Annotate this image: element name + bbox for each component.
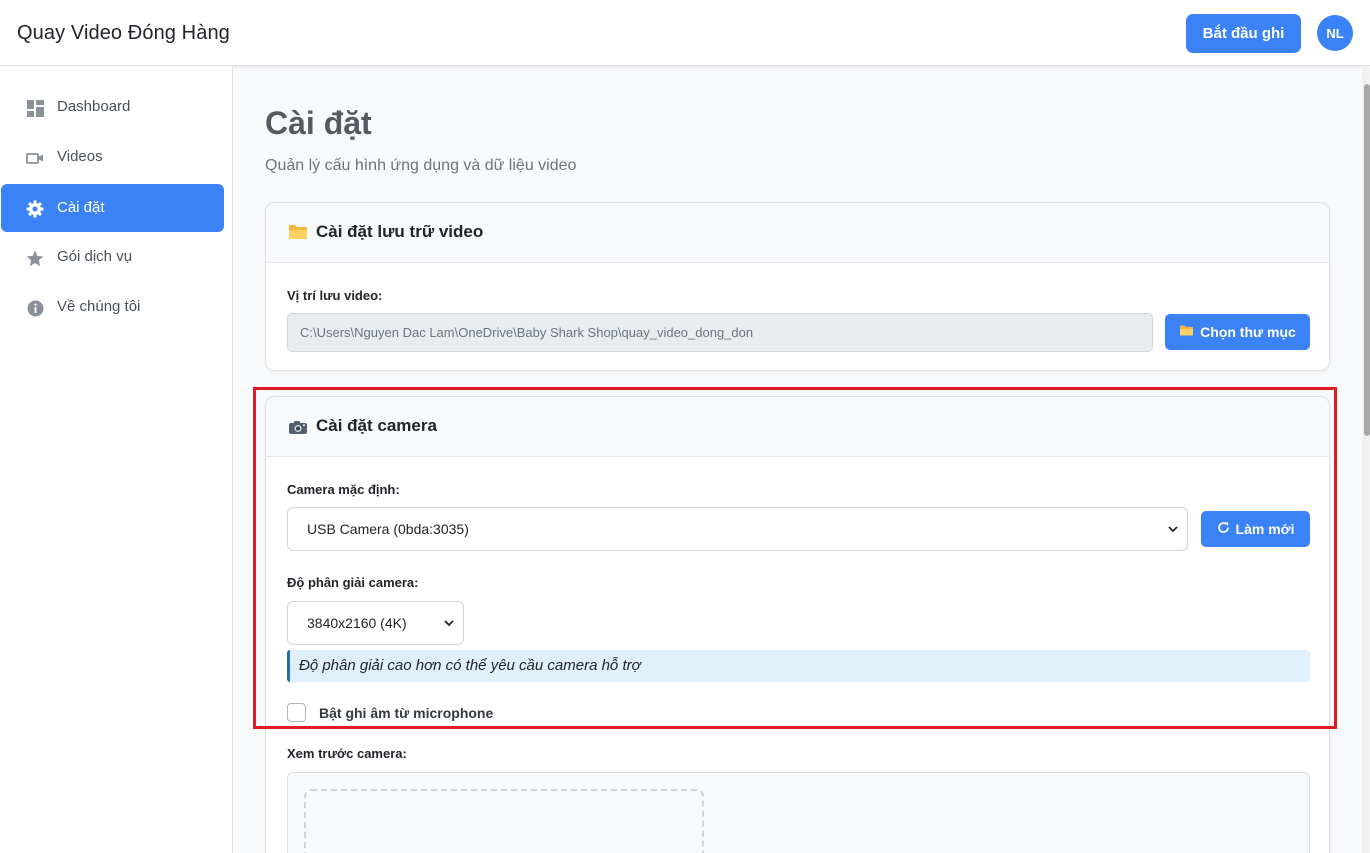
camera-select-value: USB Camera (0bda:3035): [307, 521, 469, 537]
microphone-checkbox-label[interactable]: Bật ghi âm từ microphone: [319, 705, 493, 721]
avatar[interactable]: NL: [1317, 15, 1353, 51]
camera-settings-card: Cài đặt camera Camera mặc định: USB Came…: [265, 396, 1330, 853]
start-recording-button[interactable]: Bắt đầu ghi: [1186, 14, 1301, 53]
sidebar-item-label: Videos: [57, 148, 103, 165]
page-title: Cài đặt: [265, 105, 372, 141]
refresh-label: Làm mới: [1235, 521, 1295, 537]
card-header: Cài đặt camera: [266, 397, 1329, 457]
chevron-down-icon: [443, 616, 455, 628]
resolution-note: Độ phân giải cao hơn có thể yêu cầu came…: [287, 650, 1310, 682]
storage-settings-card: Cài đặt lưu trữ video Vị trí lưu video: …: [265, 202, 1330, 371]
camera-select[interactable]: USB Camera (0bda:3035): [287, 507, 1188, 551]
folder-icon: [1179, 324, 1194, 340]
scrollbar-thumb[interactable]: [1364, 84, 1370, 436]
sidebar-item-label: Gói dịch vụ: [57, 248, 133, 265]
path-label: Vị trí lưu video:: [287, 288, 383, 303]
gear-icon: [26, 200, 44, 218]
sidebar-item-about[interactable]: Về chúng tôi: [1, 283, 224, 331]
resolution-label: Độ phân giải camera:: [287, 575, 419, 590]
video-camera-icon: [26, 149, 44, 167]
camera-icon: [288, 419, 308, 439]
resolution-select[interactable]: 3840x2160 (4K): [287, 601, 464, 645]
sidebar-item-settings[interactable]: Cài đặt: [1, 184, 224, 232]
sidebar: Dashboard Videos Cài đặt Gói dịch vụ Về …: [0, 66, 233, 853]
choose-folder-button[interactable]: Chọn thư mục: [1165, 314, 1310, 350]
app-title: Quay Video Đóng Hàng: [17, 22, 230, 44]
sidebar-item-label: Dashboard: [57, 98, 131, 115]
preview-label: Xem trước camera:: [287, 746, 407, 761]
card-title: Cài đặt camera: [316, 416, 437, 435]
storage-path-input[interactable]: C:\Users\Nguyen Dac Lam\OneDrive\Baby Sh…: [287, 313, 1153, 352]
refresh-icon: [1217, 521, 1230, 537]
sidebar-item-videos[interactable]: Videos: [1, 133, 224, 181]
star-icon: [26, 249, 44, 267]
sidebar-item-label: Cài đặt: [57, 199, 105, 216]
sidebar-item-services[interactable]: Gói dịch vụ: [1, 233, 224, 281]
dashboard-icon: [26, 99, 44, 117]
chevron-down-icon: [1167, 522, 1179, 534]
camera-preview-placeholder: [304, 789, 704, 853]
page-subtitle: Quản lý cấu hình ứng dụng và dữ liệu vid…: [265, 157, 577, 174]
refresh-camera-button[interactable]: Làm mới: [1201, 511, 1310, 547]
card-header: Cài đặt lưu trữ video: [266, 203, 1329, 263]
folder-icon: [288, 223, 308, 243]
microphone-checkbox[interactable]: [287, 703, 306, 722]
info-icon: [26, 299, 44, 317]
card-title: Cài đặt lưu trữ video: [316, 222, 484, 241]
sidebar-item-dashboard[interactable]: Dashboard: [1, 83, 224, 131]
camera-label: Camera mặc định:: [287, 482, 400, 497]
sidebar-item-label: Về chúng tôi: [57, 298, 141, 315]
camera-preview-area: [287, 772, 1310, 853]
app-header: Quay Video Đóng Hàng Bắt đầu ghi NL: [0, 0, 1370, 66]
resolution-select-value: 3840x2160 (4K): [307, 615, 407, 631]
choose-folder-label: Chọn thư mục: [1200, 324, 1296, 340]
